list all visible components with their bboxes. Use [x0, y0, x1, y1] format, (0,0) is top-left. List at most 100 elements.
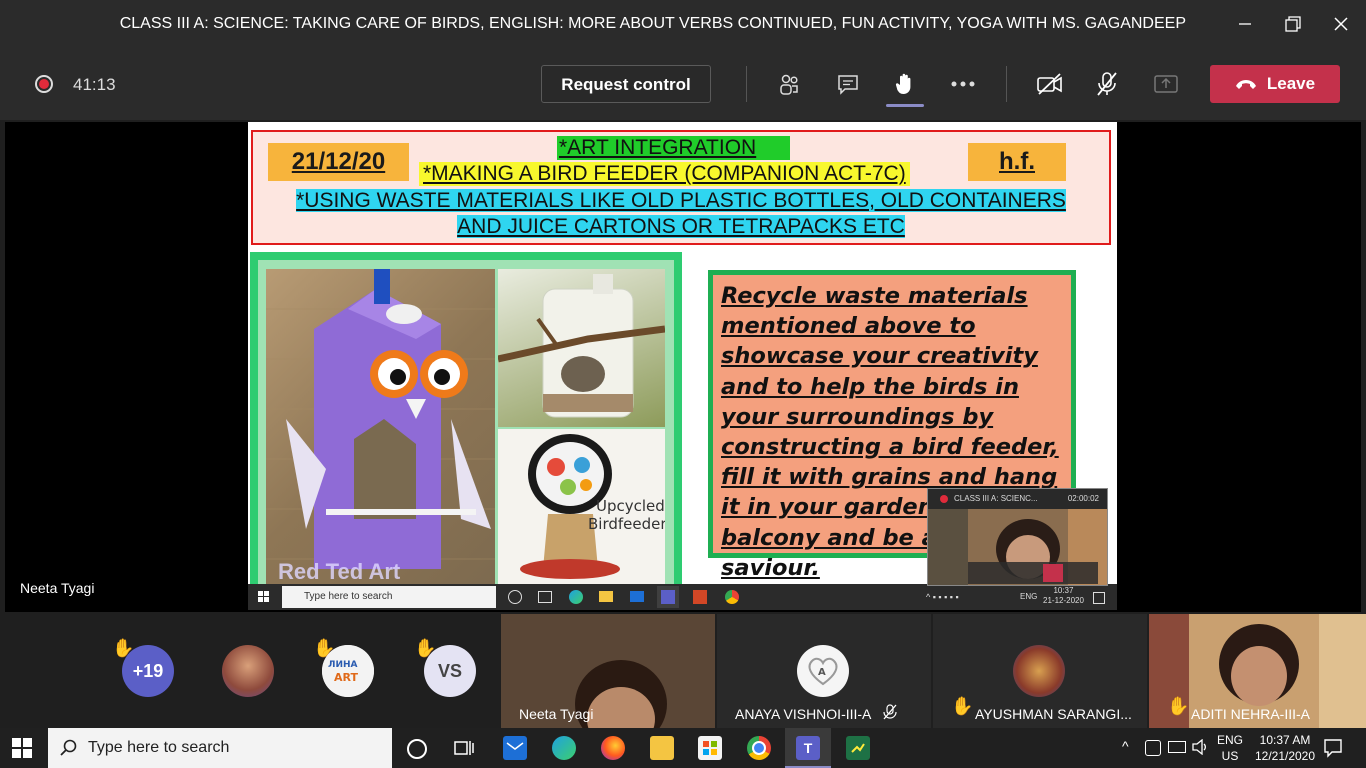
clock-time: 10:37 AM — [1259, 733, 1311, 747]
raise-hand-active-indicator — [886, 104, 924, 107]
lang-bottom: US — [1221, 749, 1239, 763]
notification-icon — [1093, 592, 1105, 604]
mini-window-video — [928, 509, 1107, 585]
lang-top: ENG — [1216, 733, 1243, 747]
participants-icon — [780, 74, 798, 95]
slide-date: 21/12/20 — [268, 143, 409, 181]
meet-now-icon[interactable] — [1145, 740, 1161, 756]
shared-screen-search: Type here to search — [282, 586, 496, 608]
camera-off-icon — [1037, 73, 1062, 95]
hang-up-icon — [1235, 80, 1256, 89]
cortana-button[interactable] — [407, 739, 427, 759]
mail-icon — [630, 591, 644, 602]
overflow-participants-button[interactable]: +19 — [122, 645, 174, 697]
leave-label: Leave — [1266, 74, 1316, 93]
participant-video-tile[interactable]: ✋ ADITI NEHRA-III-A — [1149, 614, 1366, 728]
restore-button[interactable] — [1270, 0, 1316, 48]
minimize-icon — [1239, 23, 1251, 25]
raised-hand-icon: ✋ — [951, 696, 974, 716]
file-explorer-app-icon[interactable] — [650, 736, 674, 760]
upcycled-caption-2: Birdfeeder — [588, 515, 665, 533]
shared-screen-taskbar: Type here to search ^ ▪ ▪ ▪ ▪ ▪ ENG 10:3… — [248, 584, 1117, 610]
participant-tile[interactable]: A ANAYA VISHNOI-III-A — [717, 614, 931, 728]
task-view-icon — [454, 741, 474, 755]
input-language-button[interactable]: ENG US — [1215, 732, 1245, 764]
edge-icon — [569, 590, 583, 604]
mini-window-title: CLASS III A: SCIENC... — [954, 494, 1038, 503]
powerpoint-icon — [693, 590, 707, 604]
whiteboard-app-icon[interactable] — [846, 736, 870, 760]
more-icon — [951, 81, 975, 87]
battery-icon[interactable] — [1168, 741, 1186, 753]
show-hidden-icons-button[interactable]: ^ — [1122, 738, 1129, 754]
owl-carton-feeder-photo: Red Ted Art — [266, 269, 495, 589]
recording-icon — [35, 75, 53, 93]
presenter-name-label: Neeta Tyagi — [20, 580, 95, 596]
bird-feeder-heading: *MAKING A BIRD FEEDER (COMPANION ACT-7C) — [419, 162, 910, 186]
leave-button[interactable]: Leave — [1210, 65, 1340, 103]
photo-watermark: Red Ted Art — [278, 559, 401, 584]
raised-hand-icon: ✋ — [1167, 696, 1190, 716]
raised-hand-icon — [895, 73, 911, 94]
muted-mic-icon — [883, 704, 897, 720]
upcycled-caption-1: Upcycled — [596, 497, 665, 515]
search-icon — [60, 739, 77, 756]
participant-avatar[interactable] — [222, 645, 274, 697]
mic-toggle-button[interactable] — [1091, 68, 1123, 100]
recording-icon — [940, 495, 948, 503]
divider — [746, 66, 747, 102]
task-view-button[interactable] — [454, 738, 474, 763]
shared-screen-lang: ENG — [1020, 592, 1038, 601]
speaker-icon — [1192, 738, 1206, 756]
teams-app-icon: T — [796, 736, 820, 760]
participant-name: ADITI NEHRA-III-A — [1191, 706, 1311, 722]
action-center-button[interactable] — [1323, 738, 1343, 763]
request-control-button[interactable]: Request control — [541, 65, 711, 103]
mail-app-icon[interactable] — [503, 736, 527, 760]
participants-button[interactable] — [773, 68, 805, 100]
share-tray-icon — [1154, 75, 1178, 93]
jug-feeder-photo — [497, 269, 666, 427]
windows-taskbar: Type here to search T ^ ENG US 10:37 AM … — [0, 728, 1366, 768]
tray-icons: ^ ▪ ▪ ▪ ▪ ▪ — [926, 592, 959, 602]
teams-app-button[interactable]: T — [785, 728, 831, 768]
start-button[interactable] — [12, 738, 32, 763]
volume-button[interactable] — [1192, 738, 1208, 760]
participant-name: ANAYA VISHNOI-III-A — [735, 706, 872, 722]
taskbar-clock[interactable]: 10:37 AM 12/21/2020 — [1250, 732, 1320, 764]
participant-video-tile[interactable]: Neeta Tyagi — [501, 614, 715, 728]
mic-off-icon — [1097, 72, 1117, 96]
participant-name: Neeta Tyagi — [519, 706, 594, 722]
firefox-app-icon[interactable] — [601, 736, 625, 760]
more-actions-button[interactable] — [947, 68, 979, 100]
participant-avatar-art[interactable]: ЛИНА ART — [322, 645, 374, 697]
shared-screen-time: 10:37 — [1053, 586, 1074, 595]
edge-app-icon[interactable] — [552, 736, 576, 760]
taskbar-search-box[interactable]: Type here to search — [48, 728, 392, 768]
cortana-icon — [508, 590, 522, 604]
presenter-mini-window[interactable]: CLASS III A: SCIENC... 02:00:02 — [927, 488, 1108, 586]
chrome-app-icon[interactable] — [747, 736, 771, 760]
svg-text:A: A — [818, 667, 826, 678]
task-view-icon — [538, 591, 552, 603]
participant-name: AYUSHMAN SARANGI... — [975, 706, 1132, 722]
restore-icon — [1285, 16, 1301, 32]
taskbar-search-placeholder: Type here to search — [88, 739, 230, 756]
store-app-icon[interactable] — [698, 736, 722, 760]
participant-avatar-vs[interactable]: VS — [424, 645, 476, 697]
shared-screen-date: 21-12-2020 — [1043, 596, 1084, 605]
mini-window-bar: CLASS III A: SCIENC... 02:00:02 — [928, 489, 1107, 509]
camera-toggle-button[interactable] — [1034, 68, 1066, 100]
clock-date: 12/21/2020 — [1254, 749, 1316, 763]
close-button[interactable] — [1318, 0, 1364, 48]
notification-icon — [1324, 739, 1342, 758]
participant-tile[interactable]: ✋ AYUSHMAN SARANGI... — [933, 614, 1147, 728]
chat-button[interactable] — [832, 68, 864, 100]
windows-logo-icon — [258, 591, 269, 602]
windows-logo-icon — [12, 738, 32, 758]
share-screen-button[interactable] — [1150, 68, 1182, 100]
minimize-button[interactable] — [1222, 0, 1268, 48]
art-integration-heading: *ART INTEGRATION — [557, 136, 791, 160]
raise-hand-button[interactable] — [888, 68, 920, 100]
chat-icon — [838, 75, 858, 95]
